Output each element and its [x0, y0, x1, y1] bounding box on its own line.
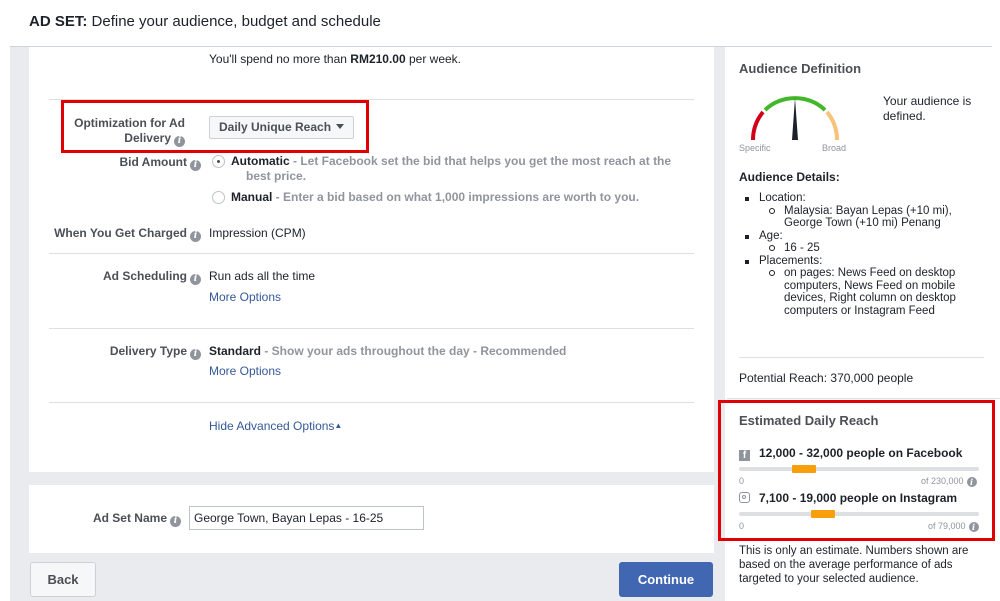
- page-header: AD SET: Define your audience, budget and…: [0, 0, 1000, 47]
- audience-status-text: Your audience is defined.: [883, 94, 971, 124]
- detail-placements-value: on pages: News Feed on desktop computers…: [759, 267, 997, 317]
- charged-label-text: When You Get Charged: [54, 226, 187, 240]
- gauge-red-arc: [750, 110, 765, 141]
- estimate-note: This is only an estimate. Numbers shown …: [739, 544, 968, 586]
- budget-spend-text: You'll spend no more than RM210.00 per w…: [209, 52, 461, 67]
- bid-manual-option[interactable]: Manual - Enter a bid based on what 1,000…: [231, 190, 701, 205]
- scheduling-value: Run ads all the time: [209, 269, 316, 283]
- title-prefix: AD SET:: [29, 13, 88, 30]
- estimate-note-line3: targeted to your selected audience.: [739, 573, 919, 585]
- caret-up-icon: ▲: [334, 421, 343, 430]
- detail-age-value: 16 - 25: [759, 242, 997, 255]
- divider: [49, 253, 694, 254]
- info-icon[interactable]: i: [190, 160, 201, 171]
- delivery-more-options-link[interactable]: More Options: [209, 364, 281, 379]
- bid-automatic-desc2: best price.: [246, 169, 307, 183]
- gauge-broad-label: Broad: [822, 143, 847, 153]
- charged-label: When You Get Charged i: [29, 226, 201, 242]
- bid-automatic-title: Automatic: [231, 154, 290, 168]
- divider: [49, 402, 694, 403]
- gauge-needle: [792, 98, 798, 140]
- divider: [49, 328, 694, 329]
- advanced-toggle-text: Hide Advanced Options: [209, 419, 335, 433]
- highlight-box-estimated-reach: [718, 400, 995, 541]
- scheduling-more-options-link[interactable]: More Options: [209, 290, 281, 305]
- back-button[interactable]: Back: [30, 562, 96, 597]
- audience-gauge-icon: [750, 96, 840, 141]
- bid-amount-label: Bid Amount i: [49, 155, 201, 171]
- audience-status-line2: defined.: [883, 109, 926, 123]
- audience-status-line1: Your audience is: [883, 94, 972, 108]
- bid-manual-radio[interactable]: [212, 191, 225, 204]
- continue-button[interactable]: Continue: [619, 562, 713, 597]
- divider: [739, 357, 984, 358]
- adset-name-label: Ad Set Name i: [29, 511, 181, 527]
- placements-label: Placements:: [759, 254, 823, 267]
- placements-line1: on pages: News Feed on desktop: [784, 267, 956, 279]
- placements-line3: devices, Right column on desktop: [784, 292, 956, 304]
- bid-label-text: Bid Amount: [119, 155, 187, 169]
- scheduling-label-text: Ad Scheduling: [103, 269, 187, 283]
- audience-definition-title: Audience Definition: [739, 61, 862, 76]
- detail-age: Age: 16 - 25: [739, 230, 997, 255]
- adset-name-input[interactable]: [189, 506, 424, 530]
- gauge-orange-arc: [825, 110, 840, 141]
- location-line2: George Town (+10 mi) Penang: [784, 217, 941, 229]
- gauge-specific-label: Specific: [739, 143, 771, 153]
- info-icon[interactable]: i: [190, 274, 201, 285]
- delivery-value-bold: Standard: [209, 344, 262, 358]
- delivery-type-value: Standard - Show your ads throughout the …: [209, 344, 566, 359]
- info-icon[interactable]: i: [190, 349, 201, 360]
- title-text: Define your audience, budget and schedul…: [91, 13, 381, 30]
- delivery-value-desc: - Show your ads throughout the day - Rec…: [261, 344, 567, 358]
- hide-advanced-options-link[interactable]: Hide Advanced Options▲: [209, 418, 342, 434]
- highlight-box-optimization: [61, 100, 369, 153]
- estimate-note-line1: This is only an estimate. Numbers shown …: [739, 545, 969, 557]
- scheduling-label: Ad Scheduling i: [29, 269, 201, 285]
- page-title: AD SET: Define your audience, budget and…: [29, 13, 381, 30]
- delivery-type-label: Delivery Type i: [29, 344, 201, 360]
- detail-location: Location: Malaysia: Bayan Lepas (+10 mi)…: [739, 192, 997, 230]
- estimate-note-line2: based on the average performance of ads: [739, 559, 953, 571]
- audience-details-title: Audience Details:: [739, 170, 840, 184]
- spend-prefix: You'll spend no more than: [209, 52, 351, 66]
- placements-line4: computers or Instagram Feed: [784, 304, 935, 317]
- detail-placements: Placements: on pages: News Feed on deskt…: [739, 255, 997, 318]
- bid-automatic-radio[interactable]: [212, 155, 225, 168]
- age-label: Age:: [759, 229, 783, 242]
- info-icon[interactable]: i: [190, 231, 201, 242]
- info-icon[interactable]: i: [170, 516, 181, 527]
- bid-manual-desc: - Enter a bid based on what 1,000 impres…: [272, 190, 640, 204]
- placements-line2: computers, News Feed on mobile: [784, 279, 956, 292]
- detail-location-value: Malaysia: Bayan Lepas (+10 mi), George T…: [759, 205, 997, 230]
- charged-value: Impression (CPM): [209, 226, 306, 240]
- divider: [727, 398, 1000, 399]
- location-line1: Malaysia: Bayan Lepas (+10 mi),: [784, 204, 952, 217]
- spend-suffix: per week.: [405, 52, 462, 66]
- audience-details-list: Location: Malaysia: Bayan Lepas (+10 mi)…: [739, 192, 997, 317]
- location-label: Location:: [759, 192, 806, 204]
- spend-amount: RM210.00: [350, 52, 406, 66]
- bid-automatic-desc: - Let Facebook set the bid that helps yo…: [289, 154, 672, 168]
- bid-manual-title: Manual: [231, 190, 273, 204]
- adset-name-label-text: Ad Set Name: [92, 511, 167, 525]
- delivery-label-text: Delivery Type: [109, 344, 187, 358]
- potential-reach-text: Potential Reach: 370,000 people: [739, 371, 914, 385]
- bid-automatic-option[interactable]: Automatic - Let Facebook set the bid tha…: [231, 154, 701, 184]
